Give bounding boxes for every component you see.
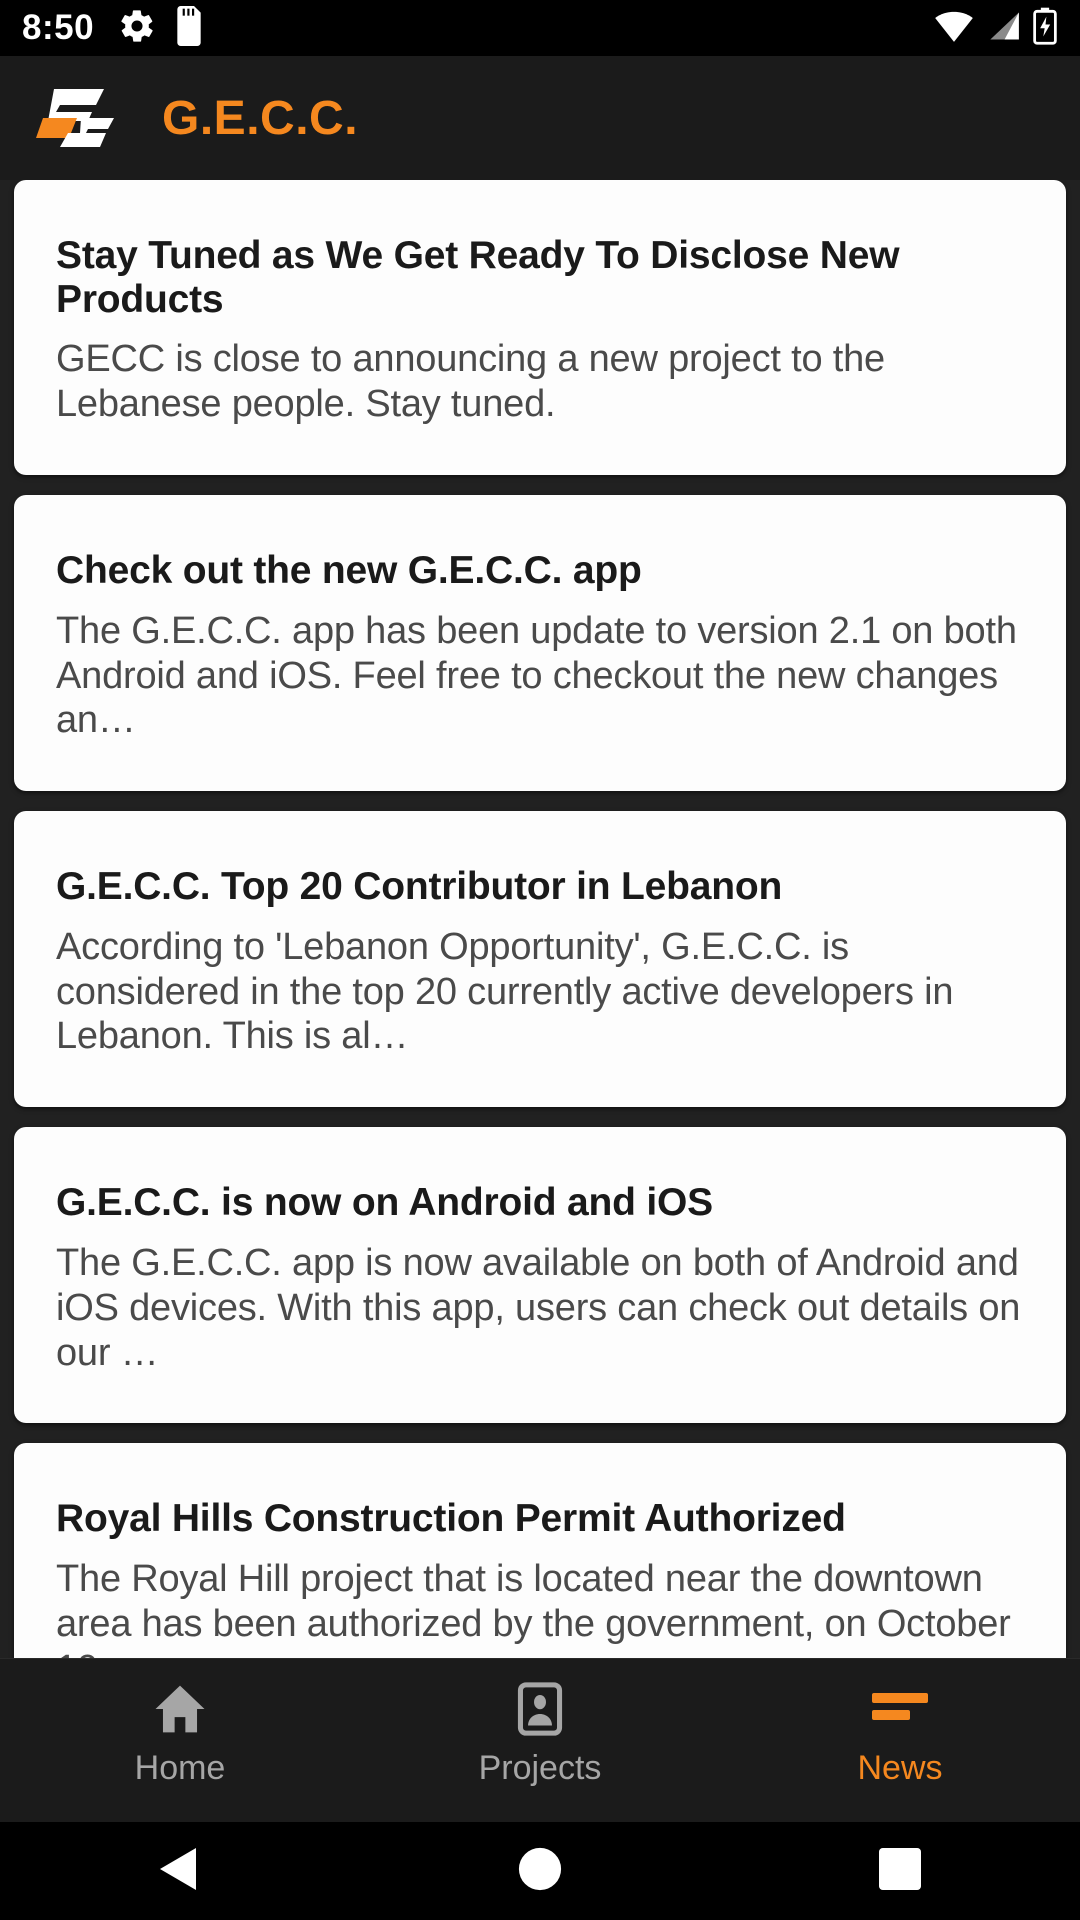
status-bar-system-icons (934, 7, 1058, 50)
page-title: G.E.C.C. (162, 91, 359, 145)
news-card[interactable]: G.E.C.C. Top 20 Contributor in Lebanon A… (14, 811, 1066, 1108)
nav-label-projects: Projects (478, 1749, 602, 1787)
battery-charging-icon (1032, 7, 1058, 50)
news-card-title: Stay Tuned as We Get Ready To Disclose N… (56, 234, 900, 321)
gecc-logo-icon (28, 81, 120, 155)
news-card-body: According to 'Lebanon Opportunity', G.E.… (56, 925, 954, 1058)
news-card[interactable]: Stay Tuned as We Get Ready To Disclose N… (14, 180, 1066, 475)
news-card-title: G.E.C.C. is now on Android and iOS (56, 1181, 713, 1225)
nav-item-news[interactable]: News (720, 1659, 1080, 1788)
nav-label-news: News (857, 1749, 943, 1787)
news-feed-list[interactable]: Stay Tuned as We Get Ready To Disclose N… (0, 180, 1080, 1658)
android-system-navigation (0, 1822, 1080, 1920)
wifi-icon (934, 9, 974, 48)
news-card-title: G.E.C.C. Top 20 Contributor in Lebanon (56, 865, 783, 909)
home-icon (152, 1681, 208, 1737)
nav-item-home[interactable]: Home (0, 1659, 360, 1788)
nav-label-home: Home (134, 1749, 226, 1787)
news-list-icon (872, 1681, 928, 1737)
recents-square-icon (879, 1847, 921, 1895)
status-bar-notification-icons (118, 5, 204, 51)
system-recents-button[interactable] (720, 1847, 1080, 1895)
home-circle-icon (517, 1846, 563, 1897)
cellular-signal-icon (984, 9, 1022, 48)
app-screen: 8:50 G.E.C.C. Stay Tuned as We Get Ready… (0, 0, 1080, 1920)
status-bar: 8:50 (0, 0, 1080, 56)
news-card-body: GECC is close to announcing a new projec… (56, 338, 885, 426)
settings-icon (118, 7, 156, 50)
news-card[interactable]: G.E.C.C. is now on Android and iOS The G… (14, 1127, 1066, 1424)
system-back-button[interactable] (0, 1846, 360, 1897)
news-card-title: Check out the new G.E.C.C. app (56, 549, 642, 592)
app-bar: G.E.C.C. (0, 56, 1080, 180)
news-card-body: The G.E.C.C. app is now available on bot… (56, 1241, 1021, 1374)
news-card-body: The G.E.C.C. app has been update to vers… (56, 609, 1017, 742)
news-card-body: The Royal Hill project that is located n… (56, 1558, 1011, 1658)
bottom-navigation-bar: Home Projects News (0, 1658, 1080, 1822)
sd-card-icon (174, 5, 204, 51)
contact-card-icon (517, 1681, 563, 1737)
news-card-title: Royal Hills Construction Permit Authoriz… (56, 1497, 846, 1541)
status-bar-clock: 8:50 (22, 8, 95, 47)
news-card[interactable]: Check out the new G.E.C.C. app The G.E.C… (14, 495, 1066, 792)
news-card[interactable]: Royal Hills Construction Permit Authoriz… (14, 1443, 1066, 1658)
back-triangle-icon (158, 1846, 202, 1897)
nav-item-projects[interactable]: Projects (360, 1659, 720, 1788)
system-home-button[interactable] (360, 1846, 720, 1897)
